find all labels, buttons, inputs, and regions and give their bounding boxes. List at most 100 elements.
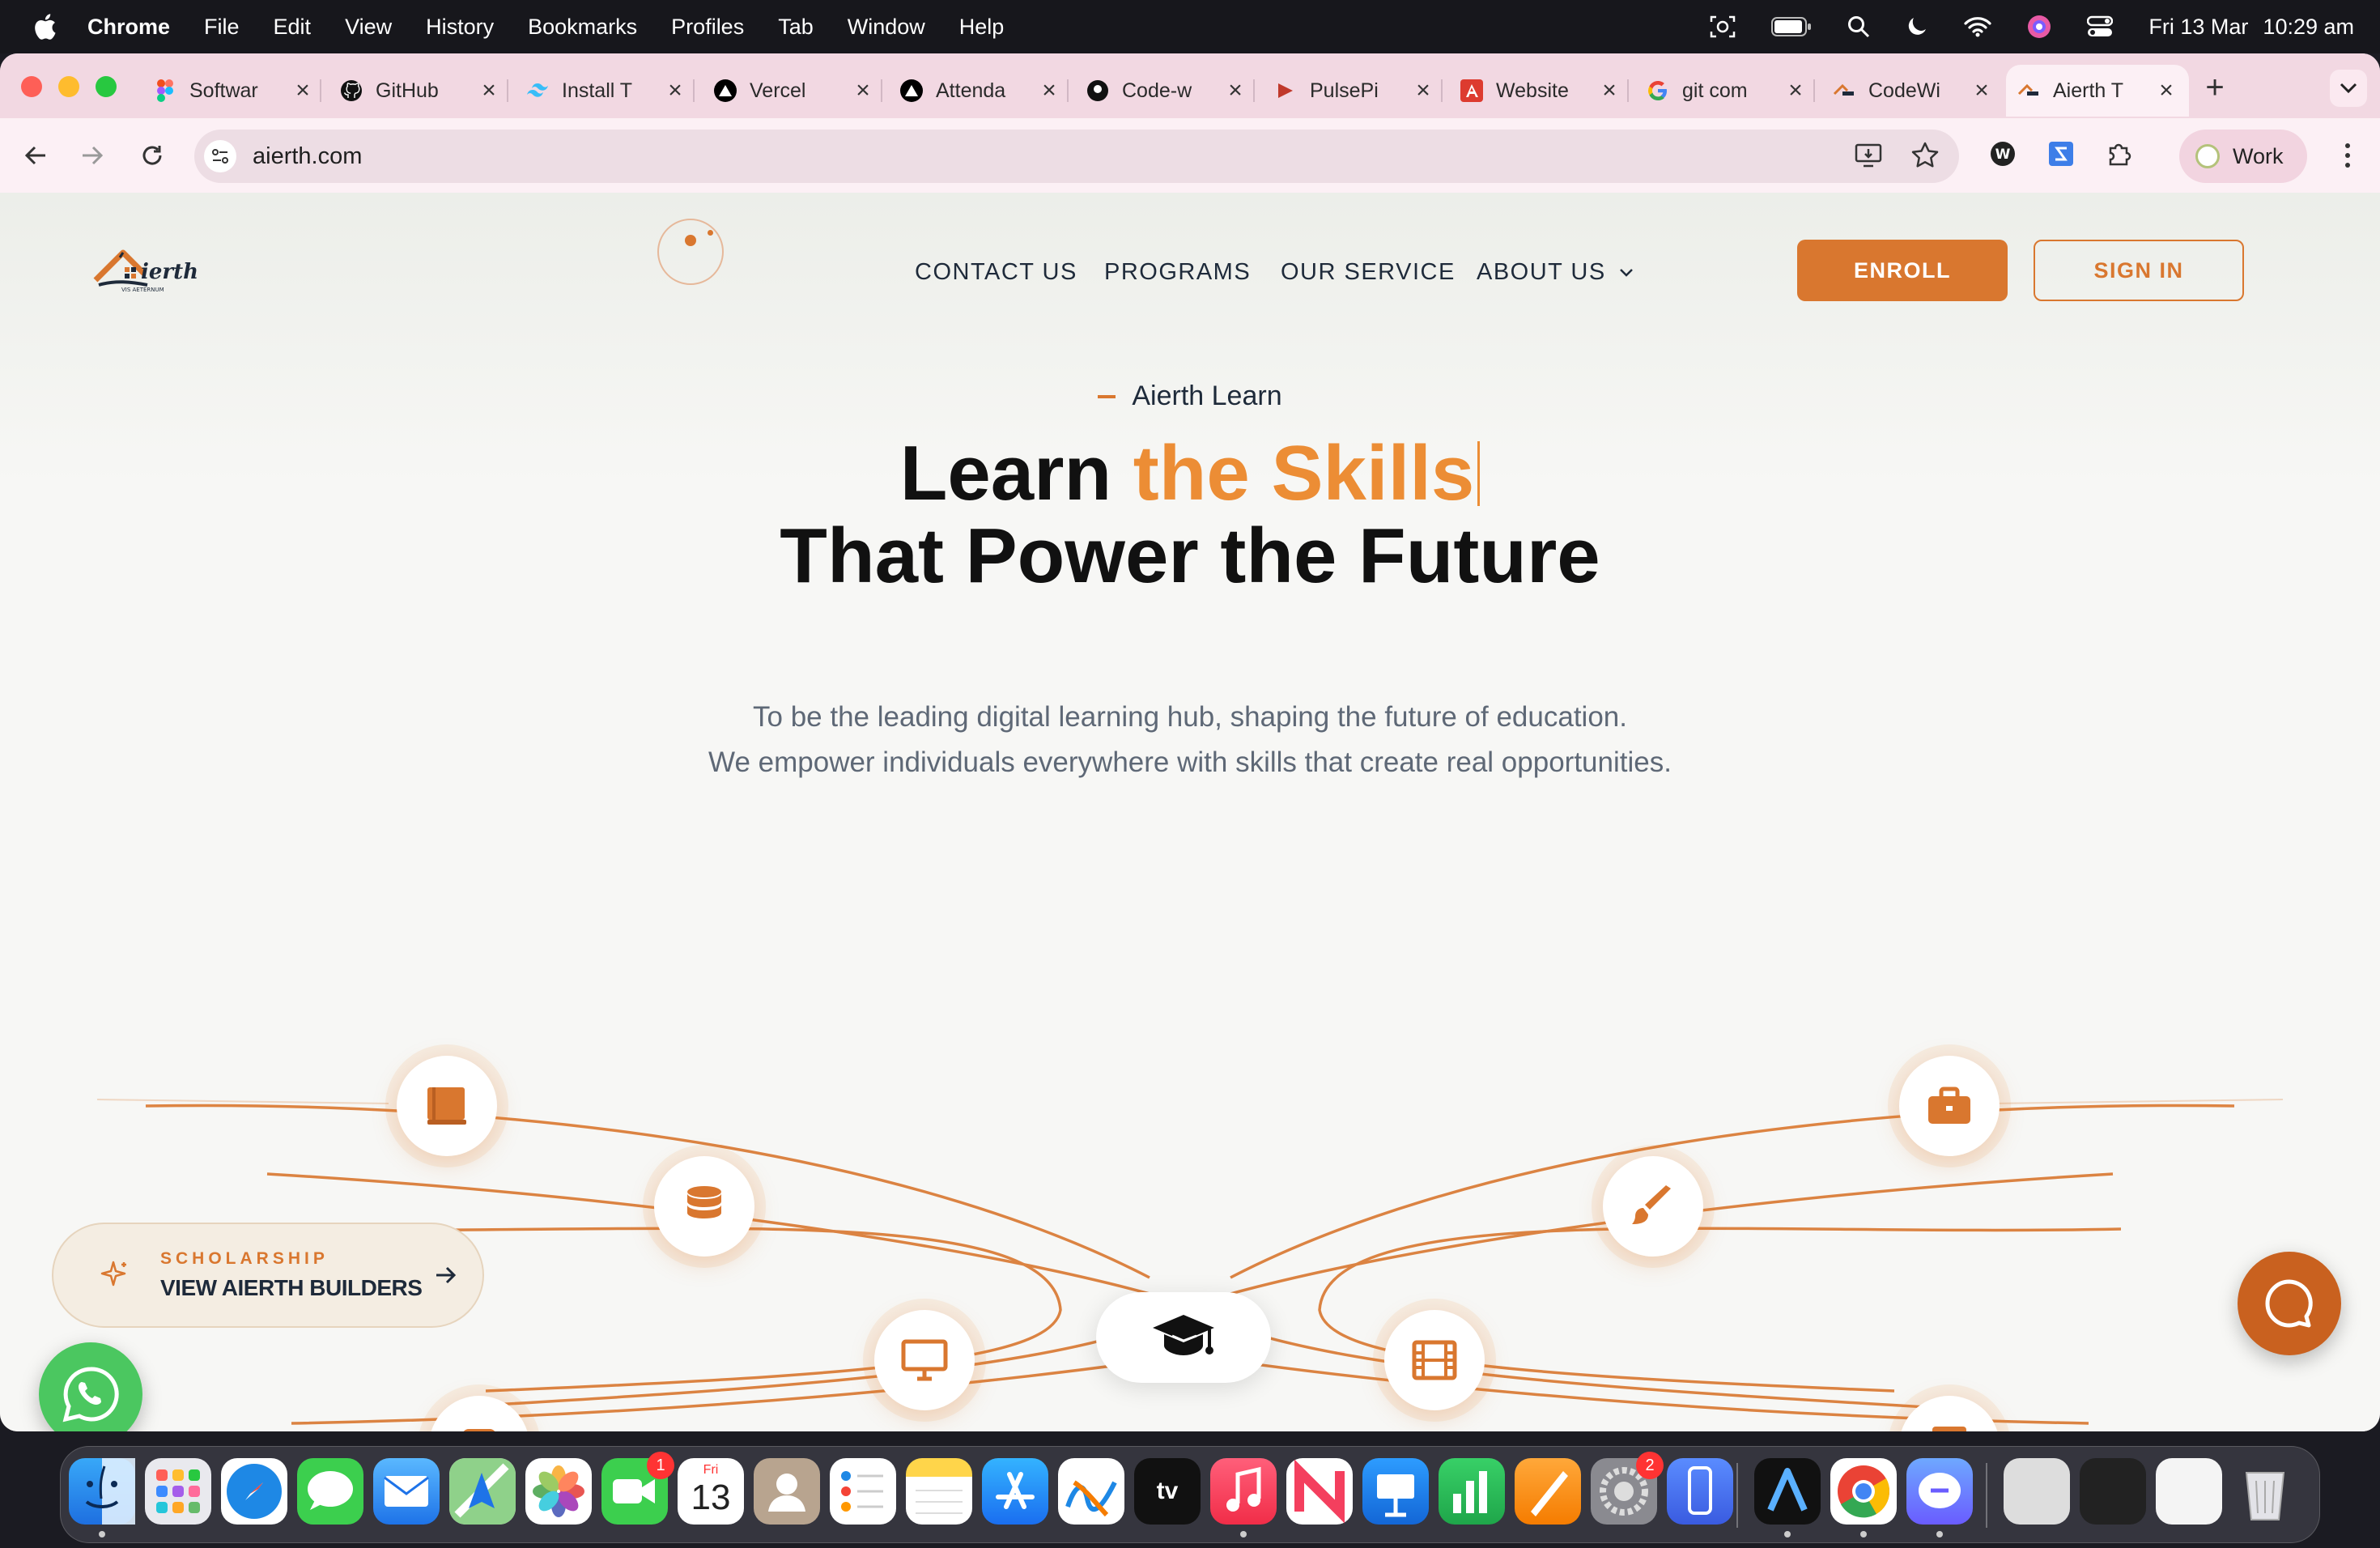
github-icon (340, 79, 363, 102)
site-settings-icon[interactable] (204, 140, 236, 172)
tab-8[interactable]: git com × (1647, 65, 1807, 117)
finder-icon[interactable] (69, 1458, 135, 1525)
window-close-button[interactable] (21, 76, 42, 97)
tab-5[interactable]: Code-w × (1086, 65, 1247, 117)
reload-button[interactable] (134, 138, 170, 173)
nav-programs[interactable]: PROGRAMS (1104, 259, 1251, 286)
menu-edit[interactable]: Edit (274, 15, 312, 40)
nav-our-service[interactable]: OUR SERVICE (1281, 259, 1456, 286)
tab-close-icon[interactable]: × (1784, 77, 1807, 104)
menu-bookmarks[interactable]: Bookmarks (528, 15, 637, 40)
enroll-button[interactable]: ENROLL (1797, 240, 2008, 301)
tab-close-icon[interactable]: × (1038, 77, 1060, 104)
recent-window-thumbnail[interactable] (2156, 1458, 2222, 1525)
menu-profiles[interactable]: Profiles (671, 15, 744, 40)
messages-icon[interactable] (297, 1458, 363, 1525)
contacts-icon[interactable] (754, 1458, 820, 1525)
tab-close-icon[interactable]: × (852, 77, 874, 104)
news-icon[interactable] (1286, 1458, 1353, 1525)
tab-10-active[interactable]: Aierth T × (2006, 65, 2189, 117)
tab-close-icon[interactable]: × (291, 77, 314, 104)
tab-9[interactable]: CodeWi × (1833, 65, 1993, 117)
chrome-icon[interactable] (1830, 1458, 1897, 1525)
tab-close-icon[interactable]: × (478, 77, 500, 104)
tab-separator (881, 79, 882, 102)
forward-button[interactable] (74, 138, 110, 173)
chat-app-icon[interactable] (1906, 1458, 1973, 1525)
back-button[interactable] (18, 138, 53, 173)
menu-help[interactable]: Help (959, 15, 1005, 40)
calendar-icon[interactable]: Fri 13 (678, 1458, 744, 1525)
url-text[interactable]: aierth.com (253, 143, 362, 170)
menu-view[interactable]: View (345, 15, 392, 40)
mail-icon[interactable] (373, 1458, 440, 1525)
focus-moon-icon[interactable] (1906, 15, 1928, 38)
facetime-icon[interactable]: 1 (601, 1452, 674, 1525)
launchpad-icon[interactable] (145, 1458, 211, 1525)
menu-tab[interactable]: Tab (778, 15, 814, 40)
tab-close-icon[interactable]: × (1598, 77, 1621, 104)
battery-icon[interactable] (1771, 17, 1812, 36)
safari-icon[interactable] (221, 1458, 287, 1525)
wifi-icon[interactable] (1964, 16, 1991, 37)
chat-support-button[interactable] (2238, 1252, 2341, 1355)
address-bar[interactable]: aierth.com (194, 130, 1959, 183)
menu-app-name[interactable]: Chrome (87, 15, 170, 40)
tab-close-icon[interactable]: × (1412, 77, 1434, 104)
trash-icon[interactable] (2232, 1458, 2298, 1525)
pages-icon[interactable] (1515, 1458, 1581, 1525)
extension-w-icon[interactable]: W (1985, 136, 2021, 172)
screen-capture-icon[interactable] (1710, 15, 1736, 39)
iphone-mirroring-icon[interactable] (1667, 1458, 1733, 1525)
tab-2[interactable]: Install T × (526, 65, 686, 117)
bookmark-star-icon[interactable] (1910, 141, 1940, 174)
menu-file[interactable]: File (204, 15, 240, 40)
arc-browser-icon[interactable] (1754, 1458, 1821, 1525)
new-tab-button[interactable]: + (2199, 70, 2231, 106)
sign-in-button[interactable]: SIGN IN (2034, 240, 2244, 301)
aierth-logo[interactable]: ierth VIS AETERNUM (91, 240, 204, 298)
keynote-icon[interactable] (1362, 1458, 1429, 1525)
freeform-icon[interactable] (1058, 1458, 1124, 1525)
tab-close-icon[interactable]: × (2155, 77, 2178, 104)
system-settings-icon[interactable]: 2 (1591, 1452, 1664, 1525)
tab-close-icon[interactable]: × (1224, 77, 1247, 104)
music-icon[interactable] (1210, 1458, 1277, 1525)
extensions-puzzle-icon[interactable] (2102, 136, 2137, 172)
scholarship-card[interactable]: SCHOLARSHIP VIEW AIERTH BUILDERS (52, 1223, 484, 1328)
extension-s-icon[interactable] (2043, 136, 2079, 172)
apple-tv-icon[interactable]: tv (1134, 1458, 1201, 1525)
reload-icon (142, 146, 162, 165)
tab-7[interactable]: Website × (1460, 65, 1621, 117)
install-app-icon[interactable] (1854, 141, 1883, 174)
tab-0[interactable]: Softwar × (154, 65, 314, 117)
tab-6[interactable]: PulsePi × (1274, 65, 1434, 117)
window-minimize-button[interactable] (58, 76, 79, 97)
spotlight-search-icon[interactable] (1847, 15, 1870, 38)
profile-button[interactable]: Work (2179, 130, 2307, 183)
menubar-clock[interactable]: Fri 13 Mar 10:29 am (2148, 15, 2354, 40)
menu-window[interactable]: Window (848, 15, 925, 40)
numbers-icon[interactable] (1439, 1458, 1505, 1525)
tab-close-icon[interactable]: × (664, 77, 686, 104)
maps-icon[interactable] (449, 1458, 516, 1525)
tab-4[interactable]: Attenda × (900, 65, 1060, 117)
tab-close-icon[interactable]: × (1970, 77, 1993, 104)
app-store-icon[interactable] (982, 1458, 1048, 1525)
tab-1[interactable]: GitHub × (340, 65, 500, 117)
recent-window-thumbnail[interactable] (2004, 1458, 2070, 1525)
apple-menu-icon[interactable] (32, 13, 57, 40)
notes-icon[interactable] (906, 1458, 972, 1525)
window-maximize-button[interactable] (96, 76, 117, 97)
menu-history[interactable]: History (426, 15, 494, 40)
photos-icon[interactable] (525, 1458, 592, 1525)
nav-about-us[interactable]: ABOUT US (1477, 259, 1634, 286)
tab-search-button[interactable] (2330, 70, 2367, 107)
recent-window-thumbnail[interactable] (2080, 1458, 2146, 1525)
siri-icon[interactable] (2027, 15, 2051, 39)
control-center-icon[interactable] (2087, 15, 2114, 38)
chrome-menu-button[interactable] (2331, 139, 2364, 172)
reminders-icon[interactable] (830, 1458, 896, 1525)
nav-contact-us[interactable]: CONTACT US (915, 259, 1077, 286)
tab-3[interactable]: Vercel × (714, 65, 874, 117)
